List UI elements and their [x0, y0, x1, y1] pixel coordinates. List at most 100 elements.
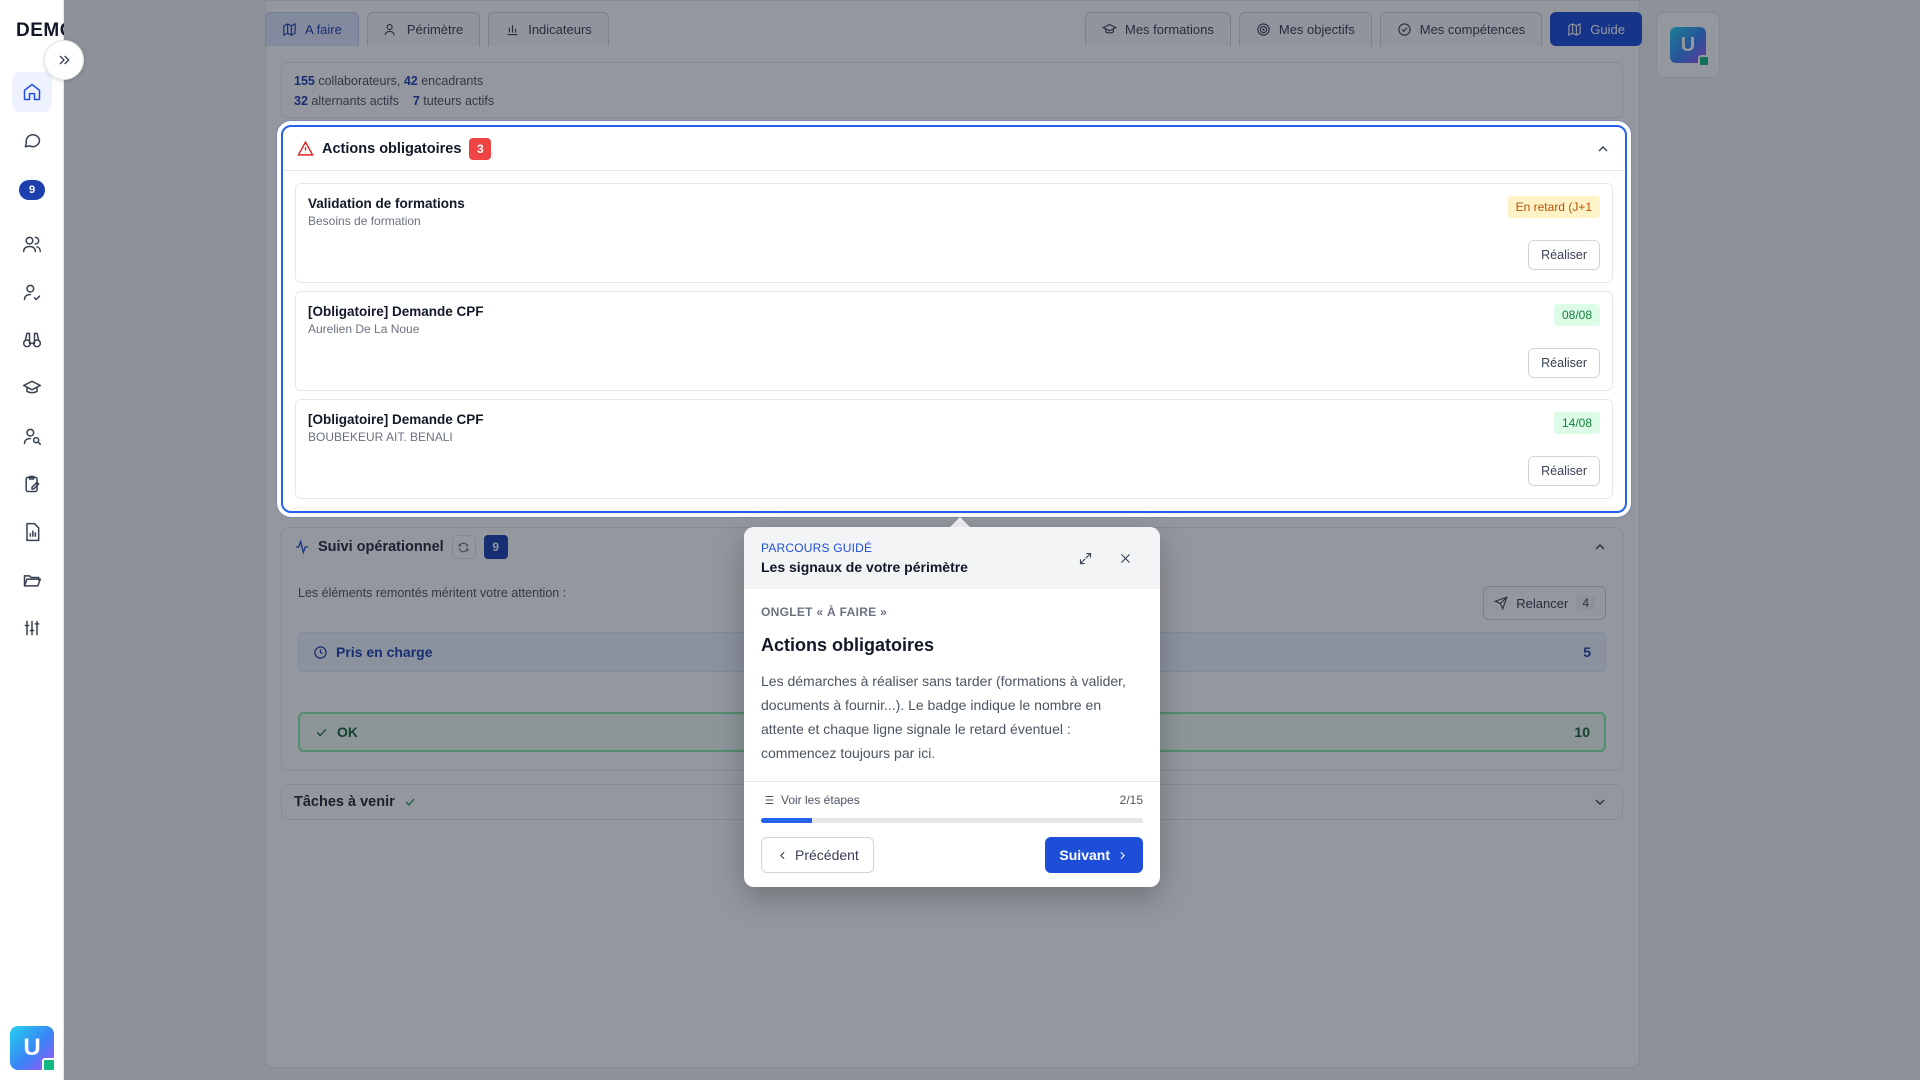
check-icon	[405, 798, 415, 806]
chevron-up-icon[interactable]	[1592, 539, 1608, 555]
refresh-icon[interactable]	[451, 535, 476, 559]
main-tabs: A faire Périmètre Indicateurs	[265, 12, 609, 46]
alert-triangle-icon	[297, 140, 314, 156]
suivi-intro: Les éléments remontés méritent votre att…	[298, 586, 567, 600]
alternants-label: alternants actifs	[311, 94, 399, 108]
users-icon[interactable]	[12, 224, 52, 264]
tab-label: Guide	[1590, 22, 1625, 37]
action-item: Validation de formations Besoins de form…	[295, 183, 1613, 283]
folder-open-icon[interactable]	[12, 560, 52, 600]
send-icon	[1494, 596, 1508, 610]
bar-chart-icon	[507, 25, 518, 36]
due-date-badge: 08/08	[1553, 304, 1600, 326]
collaborateurs-count: 155	[294, 74, 315, 88]
chevron-right-icon	[1120, 851, 1125, 859]
users-icon	[384, 23, 395, 36]
report-icon[interactable]	[12, 512, 52, 552]
tab-mes-formations[interactable]: Mes formations	[1085, 12, 1231, 46]
next-button[interactable]: Suivant	[1045, 837, 1143, 873]
tuteurs-count: 7	[412, 94, 420, 108]
chat-icon[interactable]	[12, 120, 52, 160]
tab-label: A faire	[305, 22, 342, 37]
status-label: Pris en charge	[336, 644, 433, 660]
tab-mes-competences[interactable]: Mes compétences	[1379, 12, 1543, 46]
action-item: [Obligatoire] Demande CPF Aurelien De La…	[295, 291, 1613, 391]
voir-les-etapes-link[interactable]: Voir les étapes	[761, 793, 860, 807]
map-icon	[1568, 22, 1581, 37]
action-item: [Obligatoire] Demande CPF BOUBEKEUR AIT.…	[295, 399, 1613, 499]
actions-title: Actions obligatoires	[322, 140, 462, 157]
sliders-icon[interactable]	[12, 608, 52, 648]
previous-label: Précédent	[795, 847, 859, 863]
clipboard-edit-icon[interactable]	[12, 464, 52, 504]
graduation-cap-icon[interactable]	[12, 368, 52, 408]
relancer-label: Relancer	[1516, 595, 1569, 611]
notifications-badge[interactable]: 9	[12, 170, 52, 210]
guide-button[interactable]: Guide	[1550, 12, 1642, 46]
map-icon	[283, 22, 296, 37]
actions-count-badge: 3	[469, 137, 492, 160]
divider	[744, 781, 1160, 782]
chevron-down-icon[interactable]	[1592, 794, 1608, 810]
taches-title: Tâches à venir	[294, 794, 395, 810]
messages-count-badge: 9	[19, 180, 45, 200]
guide-body: Les démarches à réaliser sans tarder (fo…	[761, 673, 1126, 761]
status-label: OK	[337, 724, 358, 740]
chevron-up-icon[interactable]	[1595, 141, 1611, 157]
realiser-button[interactable]: Réaliser	[1528, 240, 1600, 270]
action-subtitle: Aurelien De La Noue	[308, 322, 420, 336]
user-search-icon[interactable]	[12, 416, 52, 456]
previous-button[interactable]: Précédent	[761, 837, 874, 873]
check-circle-icon	[1398, 23, 1411, 36]
population-stats: 155 collaborateurs, 42 encadrants 32 alt…	[281, 62, 1623, 118]
realiser-button[interactable]: Réaliser	[1528, 348, 1600, 378]
tab-label: Mes objectifs	[1278, 22, 1355, 37]
target-icon	[1257, 23, 1270, 36]
realiser-button[interactable]: Réaliser	[1528, 456, 1600, 486]
action-title: [Obligatoire] Demande CPF	[308, 304, 484, 319]
close-icon[interactable]	[1114, 547, 1136, 569]
next-label: Suivant	[1059, 847, 1110, 863]
app-logo: U	[10, 1026, 56, 1072]
graduation-cap-icon	[1102, 23, 1117, 34]
tab-a-faire[interactable]: A faire	[265, 12, 359, 46]
guide-popover: PARCOURS GUIDÉ Les signaux de votre péri…	[744, 527, 1160, 887]
step-counter: 2/15	[1119, 793, 1143, 807]
user-check-icon[interactable]	[12, 272, 52, 312]
clock-icon	[314, 645, 327, 659]
status-count: 5	[1583, 644, 1591, 660]
tab-indicateurs[interactable]: Indicateurs	[488, 12, 609, 46]
due-date-badge: 14/08	[1553, 412, 1600, 434]
guide-section-label: ONGLET « À FAIRE »	[761, 605, 888, 619]
company-logo: U	[1670, 27, 1710, 67]
home-icon[interactable]	[12, 72, 52, 112]
activity-icon	[296, 539, 308, 555]
guide-heading: Actions obligatoires	[761, 635, 935, 655]
relancer-count: 4	[1576, 595, 1595, 611]
guide-popover-header: PARCOURS GUIDÉ Les signaux de votre péri…	[744, 527, 1160, 589]
tab-perimetre[interactable]: Périmètre	[366, 12, 481, 46]
action-subtitle: BOUBEKEUR AIT. BENALI	[308, 430, 453, 444]
suivi-count-badge: 9	[483, 535, 508, 559]
relancer-button[interactable]: Relancer 4	[1483, 586, 1606, 620]
alternants-count: 32	[294, 94, 308, 108]
personal-tabs: Mes formations Mes objectifs Mes compéte…	[1085, 12, 1642, 46]
expand-sidebar-button[interactable]	[44, 40, 84, 80]
list-icon	[762, 795, 774, 805]
profile-card[interactable]: U	[1656, 12, 1720, 78]
tab-label: Indicateurs	[528, 22, 592, 37]
check-icon	[316, 728, 327, 737]
tab-label: Mes formations	[1125, 22, 1214, 37]
binoculars-icon[interactable]	[12, 320, 52, 360]
encadrants-label: encadrants	[421, 74, 484, 88]
tab-label: Mes compétences	[1419, 22, 1526, 37]
late-badge: En retard (J+1	[1507, 196, 1600, 218]
tab-label: Périmètre	[406, 22, 464, 37]
chevron-left-icon	[780, 851, 785, 859]
actions-header[interactable]: Actions obligatoires 3	[283, 127, 1625, 171]
expand-icon[interactable]	[1074, 547, 1096, 569]
guide-progress-bar	[761, 818, 1143, 823]
tab-mes-objectifs[interactable]: Mes objectifs	[1238, 12, 1372, 46]
collaborateurs-label: collaborateurs,	[318, 74, 401, 88]
status-count: 10	[1574, 724, 1590, 740]
